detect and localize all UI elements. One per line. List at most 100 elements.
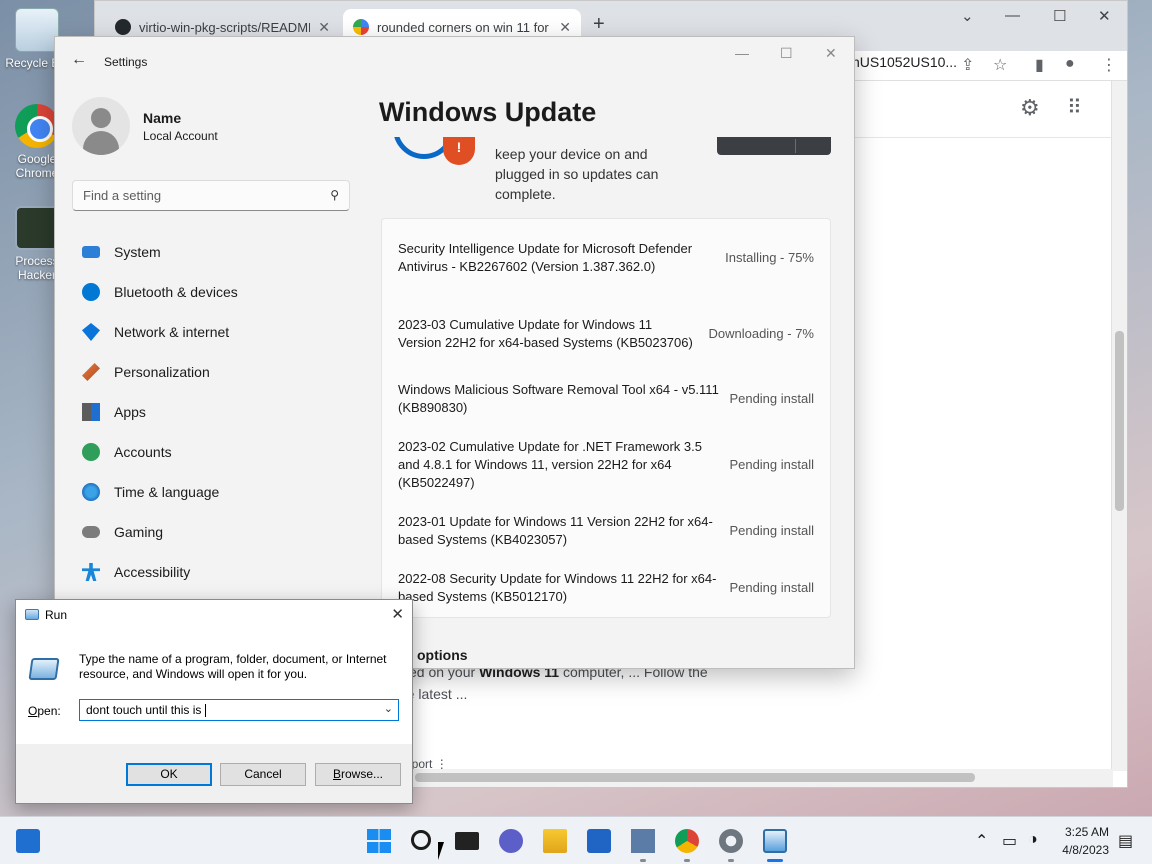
cancel-button[interactable]: Cancel [220, 763, 306, 786]
settings-icon[interactable] [719, 829, 743, 853]
profile-icon[interactable]: ● [1065, 55, 1075, 73]
apps-grid-icon[interactable]: ⠿ [1067, 95, 1082, 120]
sidebar-item-label: Time & language [114, 484, 220, 500]
update-list: Security Intelligence Update for Microso… [381, 218, 831, 618]
minimize-button[interactable]: — [1005, 7, 1020, 24]
close-button[interactable]: ✕ [391, 605, 404, 623]
search-icon: ⚲ [330, 188, 339, 202]
profile-account-type: Local Account [143, 129, 218, 143]
run-icon [28, 658, 60, 680]
gear-icon[interactable]: ⚙ [1020, 95, 1040, 121]
list-item: 2023-01 Update for Windows 11 Version 22… [382, 503, 830, 559]
text-caret [204, 704, 206, 718]
list-item: 2023-03 Cumulative Update for Windows 11… [382, 297, 830, 371]
mouse-cursor-icon [438, 842, 444, 860]
update-status: Pending install [729, 580, 814, 595]
task-view-icon[interactable] [455, 832, 479, 850]
sidebar-item-label: Accessibility [114, 564, 191, 580]
run-body: Type the name of a program, folder, docu… [16, 630, 412, 744]
sidebar-item-label: Bluetooth & devices [114, 284, 238, 300]
sidebar-item-label: Gaming [114, 524, 164, 540]
new-tab-button[interactable]: + [593, 13, 605, 36]
window-title: Settings [104, 55, 148, 69]
process-hacker-icon[interactable] [631, 829, 655, 853]
star-icon[interactable]: ☆ [993, 55, 1007, 75]
update-name: 2023-03 Cumulative Update for Windows 11… [398, 317, 693, 350]
run-command-input[interactable]: dont touch until this is ⌄ [79, 699, 399, 721]
sidebar-item-gaming[interactable]: Gaming [72, 512, 350, 552]
chevron-down-icon[interactable]: ⌄ [384, 702, 393, 715]
search-icon[interactable] [411, 830, 431, 850]
running-indicator [640, 859, 646, 862]
ok-button[interactable]: OK [126, 763, 212, 786]
volume-icon[interactable]: ◑ [1028, 831, 1038, 849]
update-name: 2023-02 Cumulative Update for .NET Frame… [398, 439, 702, 490]
sidebar-item-personalization[interactable]: Personalization [72, 352, 350, 392]
chevron-down-icon[interactable]: ⌄ [961, 7, 974, 25]
file-explorer-icon[interactable] [543, 829, 567, 853]
widgets-icon[interactable] [16, 829, 40, 853]
menu-icon[interactable]: ⋮ [1101, 55, 1117, 75]
store-icon[interactable] [587, 829, 611, 853]
start-icon[interactable] [367, 829, 391, 853]
github-icon [115, 19, 131, 35]
side-panel-icon[interactable]: ▮ [1035, 55, 1044, 75]
globe-clock-icon [82, 483, 100, 501]
sidebar-item-system[interactable]: System [72, 232, 350, 272]
search-placeholder: Find a setting [83, 188, 162, 203]
person-icon [82, 443, 100, 461]
sidebar-item-apps[interactable]: Apps [72, 392, 350, 432]
bluetooth-icon [82, 283, 100, 301]
close-icon[interactable]: ✕ [559, 19, 571, 36]
profile-name: Name [143, 110, 182, 126]
notification-icon[interactable]: ▤ [1118, 831, 1133, 851]
back-arrow-icon[interactable]: ← [71, 51, 87, 69]
maximize-button[interactable]: ☐ [1053, 7, 1066, 25]
chrome-icon[interactable] [675, 829, 699, 853]
browse-accel: B [332, 767, 341, 781]
scroll-thumb[interactable] [1115, 331, 1124, 511]
close-button[interactable]: ✕ [1098, 7, 1111, 25]
horizontal-scrollbar[interactable] [395, 769, 1113, 787]
open-label-text: pen: [37, 704, 61, 718]
settings-main: Windows Update ! keep your device on and… [379, 37, 851, 668]
chevron-up-icon[interactable]: ⌃ [975, 831, 988, 851]
restart-button[interactable] [717, 137, 831, 155]
clock-time[interactable]: 3:25 AM [1055, 825, 1109, 839]
sidebar-item-network[interactable]: Network & internet [72, 312, 350, 352]
active-indicator [767, 859, 783, 862]
update-status: Pending install [729, 391, 814, 406]
clock-date[interactable]: 4/8/2023 [1055, 843, 1109, 857]
scroll-thumb[interactable] [415, 773, 975, 782]
share-icon[interactable]: ⇪ [961, 55, 974, 75]
list-item: 2023-02 Cumulative Update for .NET Frame… [382, 427, 830, 503]
sidebar-item-label: System [114, 244, 161, 260]
search-input[interactable]: Find a setting ⚲ [72, 180, 350, 211]
window-title: Run [45, 608, 68, 622]
sidebar-item-time-language[interactable]: Time & language [72, 472, 350, 512]
running-indicator [728, 859, 734, 862]
sidebar-item-accounts[interactable]: Accounts [72, 432, 350, 472]
sidebar-item-label: Accounts [114, 444, 172, 460]
list-item: Security Intelligence Update for Microso… [382, 219, 830, 297]
update-name: 2023-01 Update for Windows 11 Version 22… [398, 514, 713, 547]
browse-button[interactable]: Browse... [315, 763, 401, 786]
browse-label: rowse... [341, 767, 384, 781]
accessibility-icon [82, 563, 100, 581]
close-icon[interactable]: ✕ [318, 19, 330, 36]
sidebar-item-accessibility[interactable]: Accessibility [72, 552, 350, 592]
run-icon[interactable] [763, 829, 787, 853]
update-status: Pending install [729, 457, 814, 472]
google-icon [353, 19, 369, 35]
sidebar-item-label: Personalization [114, 364, 210, 380]
vertical-scrollbar[interactable] [1111, 81, 1127, 771]
chat-icon[interactable] [499, 829, 523, 853]
run-icon [25, 609, 39, 620]
avatar[interactable] [72, 97, 130, 155]
address-bar[interactable]: nUS1052US10... [852, 54, 957, 70]
sidebar-item-bluetooth[interactable]: Bluetooth & devices [72, 272, 350, 312]
network-icon[interactable]: ▭ [1002, 831, 1017, 851]
tab-title: virtio-win-pkg-scripts/README.m [139, 19, 310, 35]
sidebar-item-label: Network & internet [114, 324, 230, 340]
open-label-accel: O [28, 704, 38, 718]
